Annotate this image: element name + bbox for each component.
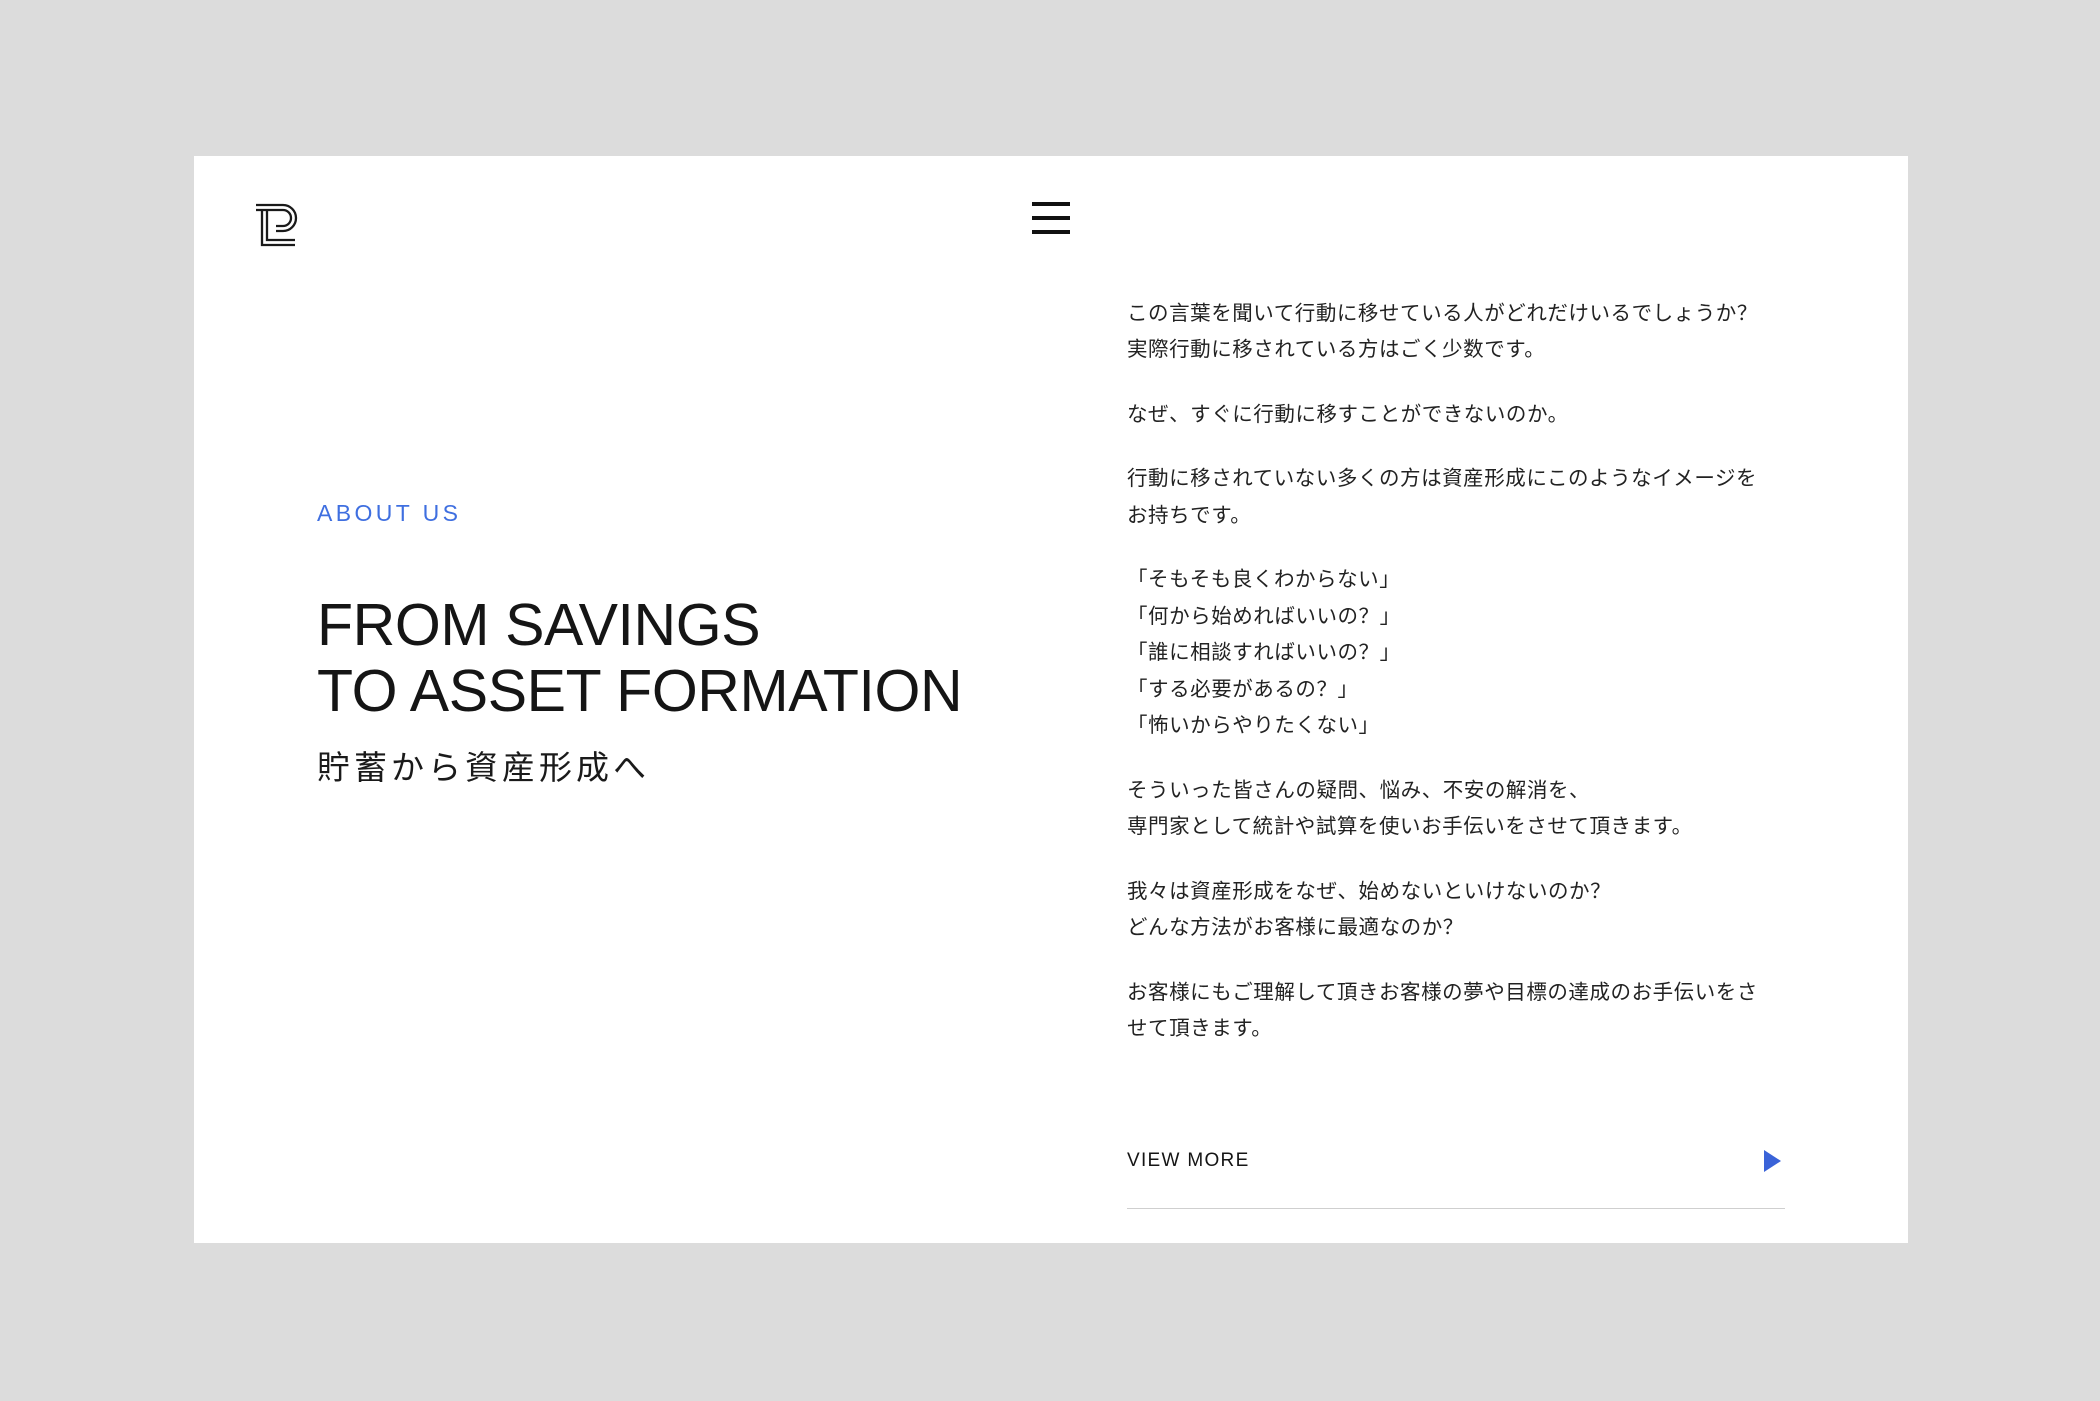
page-title: FROM SAVINGS TO ASSET FORMATION (317, 591, 963, 724)
hamburger-bar-top (1032, 202, 1070, 206)
view-more-label: VIEW MORE (1127, 1150, 1250, 1171)
hamburger-menu-icon[interactable] (1032, 202, 1070, 238)
about-body-text: この言葉を聞いて行動に移せている人がどれだけいるでしょうか？ 実際行動に移されて… (1127, 296, 1795, 1048)
hamburger-bar-middle (1032, 216, 1070, 220)
body-paragraph: この言葉を聞いて行動に移せている人がどれだけいるでしょうか？ 実際行動に移されて… (1127, 302, 1758, 362)
body-paragraph: なぜ、すぐに行動に移すことができないのか。 (1127, 402, 1569, 426)
hamburger-bar-bottom (1032, 230, 1070, 234)
view-more-section: VIEW MORE (1127, 1150, 1785, 1209)
about-section: ABOUT US FROM SAVINGS TO ASSET FORMATION… (317, 500, 1017, 792)
view-more-link[interactable]: VIEW MORE (1127, 1150, 1785, 1209)
body-paragraph: そういった皆さんの疑問、悩み、不安の解消を、 専門家として統計や試算を使いお手伝… (1127, 778, 1693, 839)
body-quote-list: 「そもそも良くわからない」 「何から始めればいいの？」 「誰に相談すればいいの？… (1127, 568, 1401, 738)
body-paragraph: 我々は資産形成をなぜ、始めないといけないのか？ どんな方法がお客様に最適なのか？ (1127, 879, 1612, 940)
lp-monogram-logo[interactable] (250, 196, 308, 254)
play-triangle-icon (1764, 1150, 1781, 1172)
body-paragraph: お客様にもご理解して頂きお客様の夢や目標の達成のお手伝いをさ せて頂きます。 (1127, 980, 1758, 1041)
page-subtitle: 貯蓄から資産形成へ (317, 750, 650, 787)
section-eyebrow: ABOUT US (317, 500, 462, 526)
body-paragraph: 行動に移されていない多くの方は資産形成にこのようなイメージを お持ちです。 (1127, 467, 1758, 527)
page-root: ABOUT US FROM SAVINGS TO ASSET FORMATION… (0, 0, 2100, 1401)
